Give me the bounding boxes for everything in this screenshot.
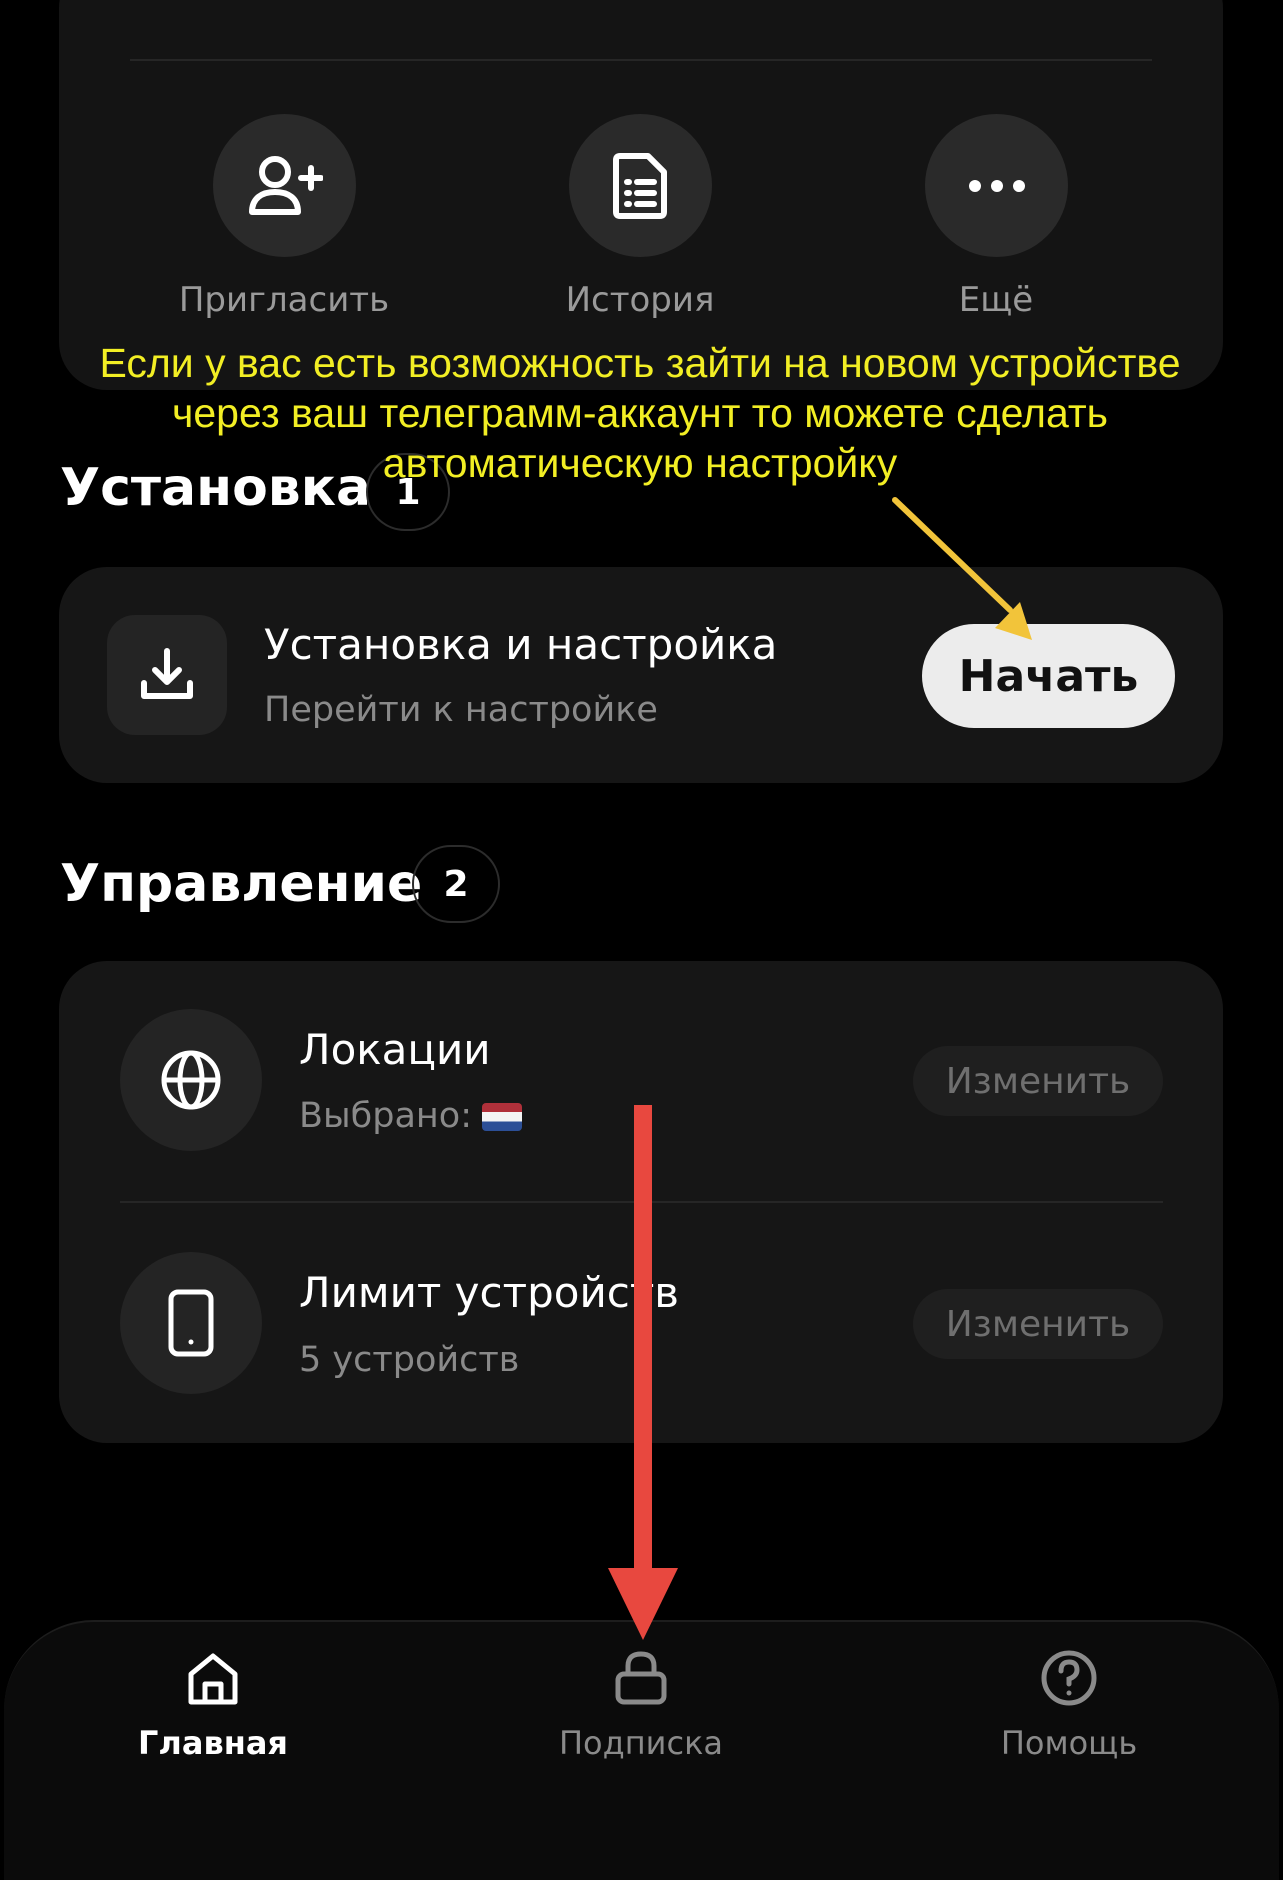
divider <box>130 59 1152 61</box>
help-icon <box>1041 1650 1097 1706</box>
more-button[interactable] <box>925 114 1068 257</box>
globe-icon <box>161 1050 221 1110</box>
invite-label: Пригласить <box>178 280 390 320</box>
install-row-subtitle: Перейти к настройке <box>264 690 658 730</box>
device-limit-title: Лимит устройств <box>299 1268 680 1317</box>
nav-item-help[interactable]: Помощь <box>939 1648 1199 1778</box>
document-list-icon <box>612 152 667 219</box>
annotation-line: через ваш телеграмм-аккаунт то можете сд… <box>171 390 1108 436</box>
nav-label-help: Помощь <box>1000 1724 1138 1762</box>
invite-button[interactable] <box>213 114 356 257</box>
nav-item-subscription[interactable]: Подписка <box>511 1648 771 1778</box>
invite-action[interactable]: Пригласить <box>154 114 414 334</box>
annotation-line: автоматическую настройку <box>382 440 898 486</box>
globe-icon-tile <box>120 1009 262 1151</box>
download-icon-tile <box>107 615 227 735</box>
add-user-icon <box>248 155 323 215</box>
device-limit-subtitle: 5 устройств <box>299 1340 520 1380</box>
annotation-line: Если у вас есть возможность зайти на нов… <box>99 340 1181 386</box>
manage-count-badge: 2 <box>412 845 500 923</box>
locations-selected-label: Выбрано: <box>299 1096 472 1136</box>
nav-item-home[interactable]: Главная <box>83 1648 343 1778</box>
manage-section-title: Управление <box>60 854 423 914</box>
history-button[interactable] <box>569 114 712 257</box>
netherlands-flag <box>481 1103 522 1131</box>
more-dots-icon <box>968 179 1025 192</box>
phone-icon <box>168 1289 214 1357</box>
phone-icon-tile <box>120 1252 262 1394</box>
annotation-text: Если у вас есть возможность зайти на нов… <box>20 338 1260 488</box>
change-device-limit-button[interactable]: Изменить <box>913 1289 1163 1359</box>
locations-title: Локации <box>299 1025 491 1074</box>
locations-subtitle: Выбрано: <box>299 1096 522 1136</box>
install-row-title: Установка и настройка <box>264 620 778 669</box>
history-action[interactable]: История <box>510 114 770 334</box>
home-icon <box>188 1653 238 1705</box>
more-label: Ещё <box>958 280 1034 320</box>
history-label: История <box>565 280 715 320</box>
nav-label-subscription: Подписка <box>558 1724 723 1762</box>
card-divider <box>120 1201 1163 1203</box>
download-icon <box>141 648 193 699</box>
change-locations-button[interactable]: Изменить <box>913 1046 1163 1116</box>
nav-label-home: Главная <box>138 1724 288 1762</box>
lock-icon <box>615 1651 667 1705</box>
start-button[interactable]: Начать <box>922 624 1175 728</box>
more-action[interactable]: Ещё <box>866 114 1126 334</box>
